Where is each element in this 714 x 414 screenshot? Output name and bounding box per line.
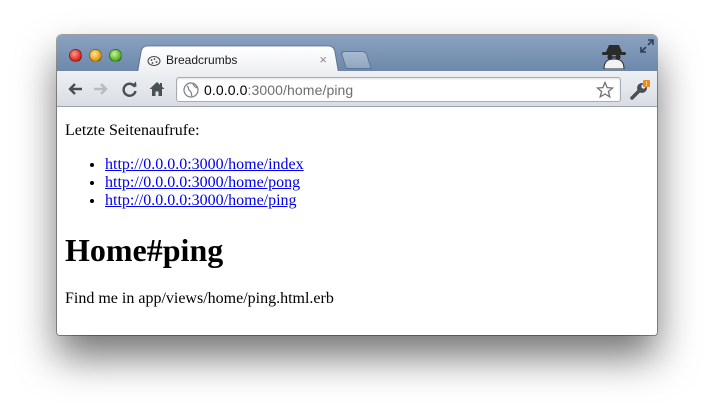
recent-pages-label: Letzte Seitenaufrufe: (65, 122, 200, 139)
breadcrumbs-favicon-icon (147, 56, 161, 66)
back-arrow-icon (68, 83, 82, 95)
url-text: 0.0.0.0:3000/home/ping (204, 82, 353, 98)
title-bar: Breadcrumbs × (57, 35, 657, 72)
globe-icon (183, 81, 199, 98)
toolbar: 0.0.0.0:3000/home/ping ! (57, 71, 657, 107)
recent-link[interactable]: http://0.0.0.0:3000/home/index (105, 156, 304, 173)
fullscreen-icon[interactable] (640, 39, 654, 53)
template-path-text: Find me in app/views/home/ping.html.erb (65, 290, 334, 307)
recent-pages-list: http://0.0.0.0:3000/home/index http://0.… (65, 156, 304, 210)
minimize-window-button[interactable] (89, 49, 102, 62)
tab-close-icon[interactable]: × (319, 52, 327, 68)
browser-window: Breadcrumbs × 0.0.0.0:3000/home/ping ! L… (57, 35, 657, 335)
wrench-menu-icon[interactable]: ! (629, 79, 651, 101)
url-path: :3000/home/ping (247, 81, 354, 98)
list-item: http://0.0.0.0:3000/home/index (105, 156, 304, 174)
page-content: Letzte Seitenaufrufe: http://0.0.0.0:300… (57, 108, 657, 335)
back-button[interactable] (65, 79, 85, 99)
list-item: http://0.0.0.0:3000/home/ping (105, 192, 304, 210)
address-bar[interactable]: 0.0.0.0:3000/home/ping (176, 77, 621, 102)
reload-icon (122, 81, 137, 97)
tab-active-content[interactable]: Breadcrumbs × (141, 48, 335, 72)
list-item: http://0.0.0.0:3000/home/pong (105, 174, 304, 192)
url-host: 0.0.0.0 (204, 81, 248, 98)
forward-button[interactable] (91, 79, 111, 99)
page-title: Home#ping (65, 232, 224, 268)
recent-link[interactable]: http://0.0.0.0:3000/home/pong (105, 174, 300, 191)
svg-text:!: ! (645, 81, 647, 88)
tab-title: Breadcrumbs (166, 53, 238, 67)
new-tab-button[interactable] (340, 51, 372, 69)
home-button[interactable] (147, 79, 167, 99)
reload-button[interactable] (120, 79, 140, 99)
home-icon (149, 82, 165, 96)
close-window-button[interactable] (69, 49, 82, 62)
forward-arrow-icon (94, 83, 108, 95)
recent-link[interactable]: http://0.0.0.0:3000/home/ping (105, 192, 297, 209)
bookmark-star-icon[interactable] (596, 81, 614, 99)
incognito-icon (602, 45, 626, 69)
zoom-window-button[interactable] (109, 49, 122, 62)
